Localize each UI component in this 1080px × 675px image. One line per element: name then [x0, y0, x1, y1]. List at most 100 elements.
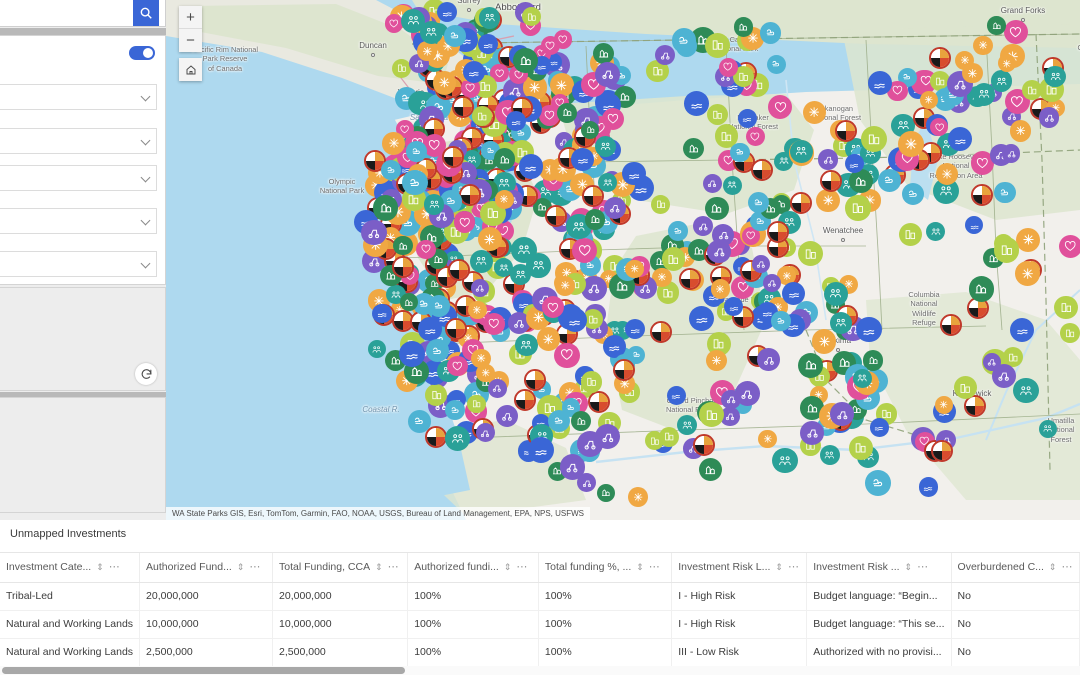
sort-icon[interactable]: ⇕ — [504, 562, 512, 573]
map-marker-clean-energy[interactable] — [816, 188, 840, 212]
map-marker-clean-transportation[interactable] — [830, 402, 854, 426]
map-marker-clean-buildings[interactable] — [845, 195, 871, 221]
map-marker-community-resilience[interactable] — [511, 237, 537, 263]
map-marker-clean-energy[interactable] — [467, 300, 487, 320]
map-marker-clean-energy[interactable] — [625, 259, 644, 279]
map-marker-natural-working-lands[interactable] — [987, 16, 1006, 35]
map-marker-clean-buildings[interactable] — [706, 104, 728, 126]
filter-select-agency[interactable] — [0, 128, 157, 154]
map-marker-tribal-led[interactable] — [649, 321, 672, 344]
map-marker-air-quality[interactable] — [671, 28, 697, 53]
map-marker-community-resilience[interactable] — [423, 194, 445, 215]
map-marker-clean-energy[interactable] — [811, 329, 837, 354]
investments-table[interactable]: Investment Cate... ⇕ ⋯ Authorized Fund... ⇕ ⋯… — [0, 553, 1080, 667]
sort-icon[interactable]: ⇕ — [96, 562, 104, 573]
map-marker-clean-energy[interactable] — [962, 62, 983, 84]
column-menu-icon[interactable]: ⋯ — [1061, 561, 1073, 573]
map-marker-tribal-led[interactable] — [445, 318, 467, 341]
map-marker-clean-buildings[interactable] — [994, 237, 1020, 263]
table-column-header-0[interactable]: Investment Cate... ⇕ ⋯ — [0, 553, 141, 583]
map-marker-tribal-led[interactable] — [679, 268, 701, 291]
map-marker-community-resilience[interactable] — [990, 70, 1013, 92]
map-marker-air-quality[interactable] — [766, 54, 786, 74]
map-marker-air-quality[interactable] — [878, 169, 901, 192]
map-marker-clean-buildings[interactable] — [467, 394, 486, 413]
filter-select-risk-level[interactable] — [0, 165, 157, 191]
map-marker-community-resilience[interactable] — [469, 250, 493, 273]
map-marker-water-quality[interactable] — [737, 108, 757, 128]
map-marker-tribal-led[interactable] — [930, 440, 953, 463]
map-marker-clean-buildings[interactable] — [861, 126, 888, 152]
map-marker-clean-transportation[interactable] — [475, 423, 495, 443]
map-marker-air-quality[interactable] — [444, 25, 466, 47]
map-marker-air-quality[interactable] — [406, 141, 427, 162]
map-marker-clean-transportation[interactable] — [702, 173, 723, 194]
map-marker-air-quality[interactable] — [444, 399, 466, 421]
map-marker-clean-transportation[interactable] — [487, 378, 507, 398]
map-marker-air-quality[interactable] — [402, 169, 428, 196]
map-marker-tribal-led[interactable] — [391, 256, 414, 279]
filter-select-investment-category[interactable] — [0, 84, 157, 110]
map-marker-clean-energy[interactable] — [934, 395, 953, 414]
column-menu-icon[interactable]: ⋯ — [649, 561, 661, 573]
map-marker-tribal-led[interactable] — [545, 205, 568, 228]
column-menu-icon[interactable]: ⋯ — [917, 561, 929, 573]
sort-icon[interactable]: ⇕ — [375, 562, 383, 573]
map-marker-water-quality[interactable] — [418, 317, 442, 341]
map-marker-clean-transportation[interactable] — [655, 44, 676, 65]
map-marker-air-quality[interactable] — [759, 22, 782, 44]
map-marker-tribal-led[interactable] — [451, 95, 474, 118]
table-column-header-3[interactable]: Authorized fundi... ⇕ ⋯ — [407, 553, 539, 583]
zoom-out-button[interactable]: − — [179, 29, 202, 52]
map-marker-community-resilience[interactable] — [598, 172, 618, 192]
map-marker-tribal-led[interactable] — [928, 47, 951, 70]
map-marker-natural-working-lands[interactable] — [968, 276, 994, 302]
map-marker-tribal-led[interactable] — [459, 184, 482, 207]
map-marker-clean-energy[interactable] — [382, 132, 406, 155]
map-marker-clean-energy[interactable] — [758, 429, 777, 449]
map-marker-clean-energy[interactable] — [1015, 260, 1041, 286]
map-marker-tribal-led[interactable] — [425, 426, 448, 449]
map-marker-tribal-led[interactable] — [448, 258, 471, 281]
map-marker-health[interactable] — [745, 127, 765, 146]
map-marker-water-quality[interactable] — [918, 477, 939, 497]
map-marker-clean-energy[interactable] — [803, 100, 827, 124]
table-row[interactable]: Natural and Working Lands 10,000,000 10,00… — [0, 610, 1080, 639]
map-marker-water-quality[interactable] — [462, 60, 485, 84]
map-marker-community-resilience[interactable] — [1044, 65, 1066, 88]
map-marker-health[interactable] — [572, 238, 598, 264]
map-marker-water-quality[interactable] — [856, 317, 882, 343]
map-marker-health[interactable] — [554, 342, 580, 368]
sort-icon[interactable]: ⇕ — [237, 562, 245, 573]
map-marker-water-quality[interactable] — [518, 154, 544, 179]
zoom-in-button[interactable]: + — [179, 6, 202, 29]
map-marker-clean-transportation[interactable] — [692, 215, 714, 236]
map-marker-health[interactable] — [718, 57, 738, 77]
scrollbar-thumb[interactable] — [2, 667, 405, 674]
map-marker-community-resilience[interactable] — [514, 333, 538, 357]
map-marker-community-resilience[interactable] — [972, 82, 996, 106]
map-marker-community-resilience[interactable] — [789, 140, 813, 164]
map-marker-water-quality[interactable] — [505, 111, 526, 132]
map-marker-water-quality[interactable] — [666, 385, 686, 405]
sort-icon[interactable]: ⇕ — [775, 562, 783, 573]
home-button[interactable] — [179, 58, 202, 81]
map-marker-natural-working-lands[interactable] — [513, 48, 539, 73]
table-column-header-1[interactable]: Authorized Fund... ⇕ ⋯ — [139, 553, 274, 583]
map-marker-tribal-led[interactable] — [442, 146, 465, 169]
table-row[interactable]: Tribal-Led 20,000,000 20,000,000 100% 100% I … — [0, 582, 1080, 611]
map-marker-natural-working-lands[interactable] — [704, 196, 729, 221]
search-button[interactable] — [133, 0, 159, 26]
column-menu-icon[interactable]: ⋯ — [249, 561, 261, 573]
map-marker-community-resilience[interactable] — [722, 175, 742, 195]
map-marker-clean-energy[interactable] — [554, 275, 575, 296]
map-marker-clean-energy[interactable] — [494, 189, 514, 209]
map-marker-water-quality[interactable] — [948, 127, 972, 152]
map-marker-health[interactable] — [447, 356, 468, 377]
map-marker-water-quality[interactable] — [869, 417, 889, 437]
map-marker-natural-working-lands[interactable] — [556, 102, 578, 123]
map-marker-clean-buildings[interactable] — [704, 32, 730, 58]
map-marker-clean-transportation[interactable] — [1002, 144, 1021, 163]
map-marker-air-quality[interactable] — [994, 182, 1016, 204]
table-row[interactable]: Natural and Working Lands 2,500,000 2,500,… — [0, 638, 1080, 667]
